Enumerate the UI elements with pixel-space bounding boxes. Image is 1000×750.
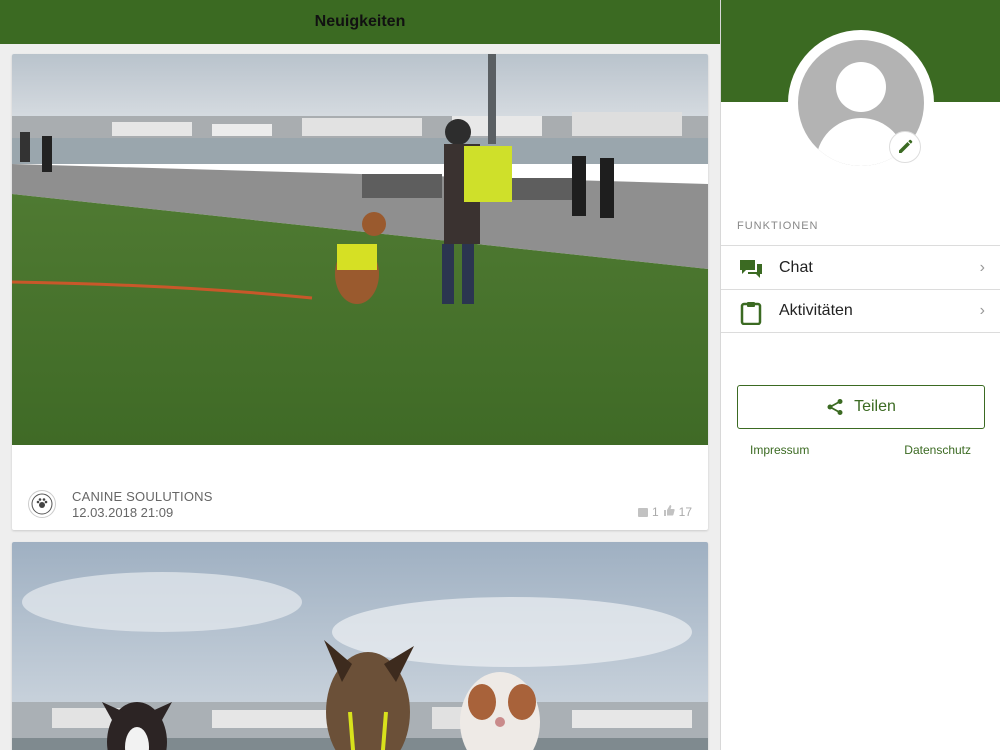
like-count: 17 — [678, 505, 692, 519]
like-icon — [663, 505, 675, 519]
post-author[interactable]: CANINE SOULUTIONS — [72, 489, 213, 504]
post-stats: 1 17 — [637, 505, 692, 519]
top-bar: Neuigkeiten — [0, 0, 720, 44]
chevron-right-icon: › — [979, 302, 985, 319]
menu-item-aktivitaeten[interactable]: Aktivitäten › — [721, 289, 1000, 333]
author-avatar[interactable] — [28, 490, 56, 518]
menu-item-chat[interactable]: Chat › — [721, 245, 1000, 289]
post-card[interactable]: CANINE SOULUTIONS 12.03.2018 21:09 1 17 — [12, 54, 708, 530]
post-footer: CANINE SOULUTIONS 12.03.2018 21:09 1 17 — [12, 445, 708, 530]
sidebar: FUNKTIONEN Chat › Aktivitäten › Teilen I… — [720, 0, 1000, 750]
page-title: Neuigkeiten — [314, 13, 406, 30]
section-label: FUNKTIONEN — [737, 220, 819, 232]
comment-icon — [637, 507, 648, 517]
datenschutz-link[interactable]: Datenschutz — [904, 443, 971, 457]
chevron-right-icon: › — [979, 258, 985, 276]
menu-item-label: Aktivitäten — [779, 302, 853, 319]
post-date: 12.03.2018 21:09 — [72, 505, 174, 520]
news-feed: Neuigkeiten CANINE SOULUTIONS 12.03.2018… — [0, 0, 720, 750]
post-photo[interactable] — [12, 542, 708, 750]
clipboard-icon — [740, 302, 762, 325]
function-menu: Chat › Aktivitäten › — [721, 245, 1000, 333]
menu-item-label: Chat — [779, 258, 813, 276]
share-button[interactable]: Teilen — [737, 385, 985, 429]
impressum-link[interactable]: Impressum — [750, 443, 809, 457]
pencil-icon — [899, 139, 913, 153]
chat-icon — [740, 260, 762, 278]
share-label: Teilen — [854, 398, 896, 415]
comment-count: 1 — [651, 505, 659, 519]
post-photo[interactable] — [12, 54, 708, 445]
avatar-head — [836, 62, 886, 112]
share-icon — [827, 399, 843, 415]
edit-avatar-button[interactable] — [889, 131, 921, 163]
post-card[interactable] — [12, 542, 708, 750]
